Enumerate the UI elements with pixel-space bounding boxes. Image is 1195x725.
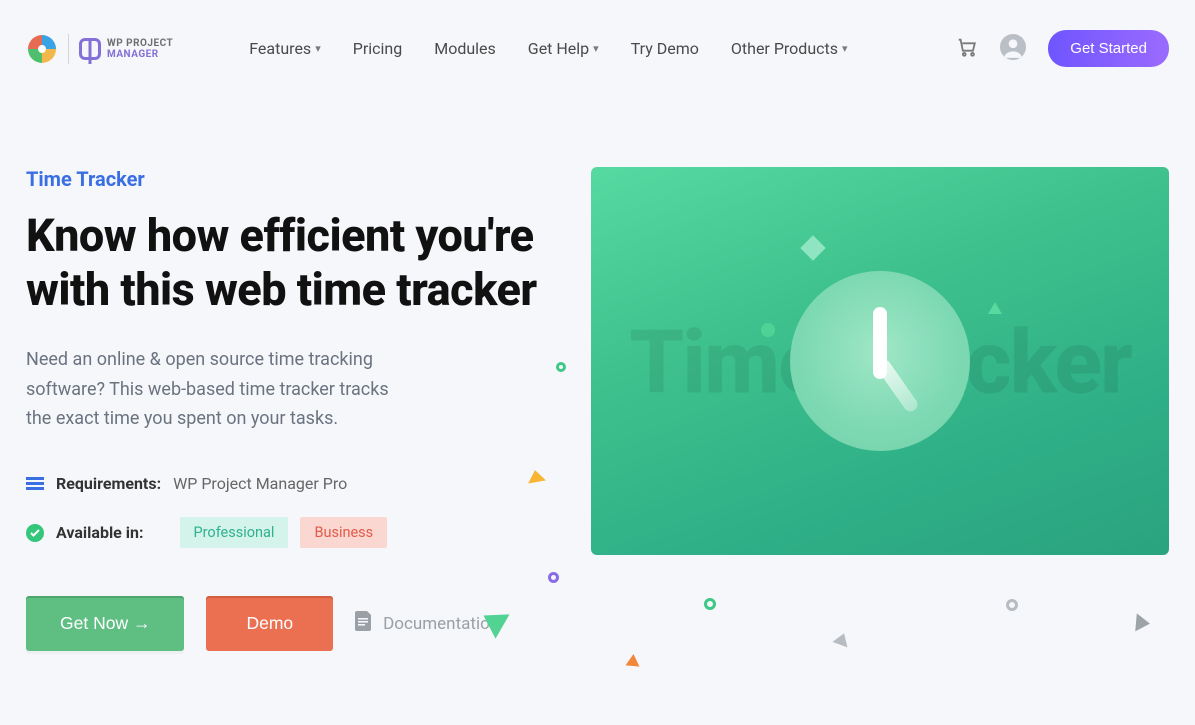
hero-headline: Know how efficient you're with this web … (26, 209, 546, 317)
decorative-shape (556, 362, 566, 372)
brand-line1: WP PROJECT (107, 38, 173, 49)
confetti-shape (800, 235, 825, 260)
chevron-down-icon: ▾ (593, 42, 599, 55)
chevron-down-icon: ▾ (315, 42, 321, 55)
nav-other-products[interactable]: Other Products ▾ (731, 39, 848, 58)
requirements-value: WP Project Manager Pro (173, 474, 347, 493)
pm-mark-icon (79, 38, 101, 60)
confetti-shape (761, 323, 775, 337)
decorative-shape (1135, 613, 1151, 632)
nav-modules-label: Modules (434, 39, 496, 58)
nav-other-products-label: Other Products (731, 39, 838, 58)
hero-section: Time Tracker Know how efficient you're w… (0, 67, 1195, 651)
hero-subtext: Need an online & open source time tracki… (26, 345, 406, 434)
requirements-icon (26, 475, 44, 493)
brand-text: WP PROJECT MANAGER (79, 38, 173, 60)
site-header: WP PROJECT MANAGER Features ▾ Pricing Mo… (0, 0, 1195, 67)
main-nav: Features ▾ Pricing Modules Get Help ▾ Tr… (249, 39, 847, 58)
logo-divider (68, 34, 69, 64)
confetti-shape (988, 302, 1002, 314)
nav-pricing-label: Pricing (353, 39, 403, 58)
cart-icon[interactable] (956, 36, 978, 62)
brand-line2: MANAGER (107, 49, 173, 60)
user-avatar-icon[interactable] (1000, 34, 1026, 64)
nav-features[interactable]: Features ▾ (249, 39, 320, 58)
decorative-shape (1006, 599, 1018, 611)
nav-modules[interactable]: Modules (434, 39, 496, 58)
document-icon (355, 611, 373, 636)
cta-row: Get Now Demo Documentation (26, 596, 546, 651)
tag-professional: Professional (180, 517, 289, 548)
available-label: Available in: (56, 523, 144, 542)
demo-button[interactable]: Demo (206, 596, 333, 651)
get-now-button[interactable]: Get Now (26, 596, 184, 651)
brand-logo[interactable]: WP PROJECT MANAGER (26, 33, 173, 65)
requirements-row: Requirements: WP Project Manager Pro (26, 474, 546, 493)
decorative-shape (548, 572, 559, 583)
get-started-button[interactable]: Get Started (1048, 30, 1169, 67)
requirements-label: Requirements: (56, 474, 161, 493)
wedevs-swirl-icon (26, 33, 58, 65)
nav-try-demo-label: Try Demo (631, 39, 699, 58)
chevron-down-icon: ▾ (842, 42, 848, 55)
header-actions: Get Started (956, 30, 1169, 67)
hero-content: Time Tracker Know how efficient you're w… (26, 167, 546, 651)
clock-icon (790, 271, 970, 451)
hero-illustration: Time Tracker (591, 167, 1169, 555)
available-row: Available in: Professional Business (26, 517, 546, 548)
nav-get-help[interactable]: Get Help ▾ (528, 39, 599, 58)
tag-business: Business (300, 517, 387, 548)
nav-try-demo[interactable]: Try Demo (631, 39, 699, 58)
nav-get-help-label: Get Help (528, 39, 589, 58)
nav-pricing[interactable]: Pricing (353, 39, 403, 58)
decorative-shape (626, 653, 641, 666)
hero-eyebrow: Time Tracker (26, 167, 546, 191)
check-circle-icon (26, 524, 44, 542)
decorative-shape (704, 598, 716, 610)
nav-features-label: Features (249, 39, 311, 58)
